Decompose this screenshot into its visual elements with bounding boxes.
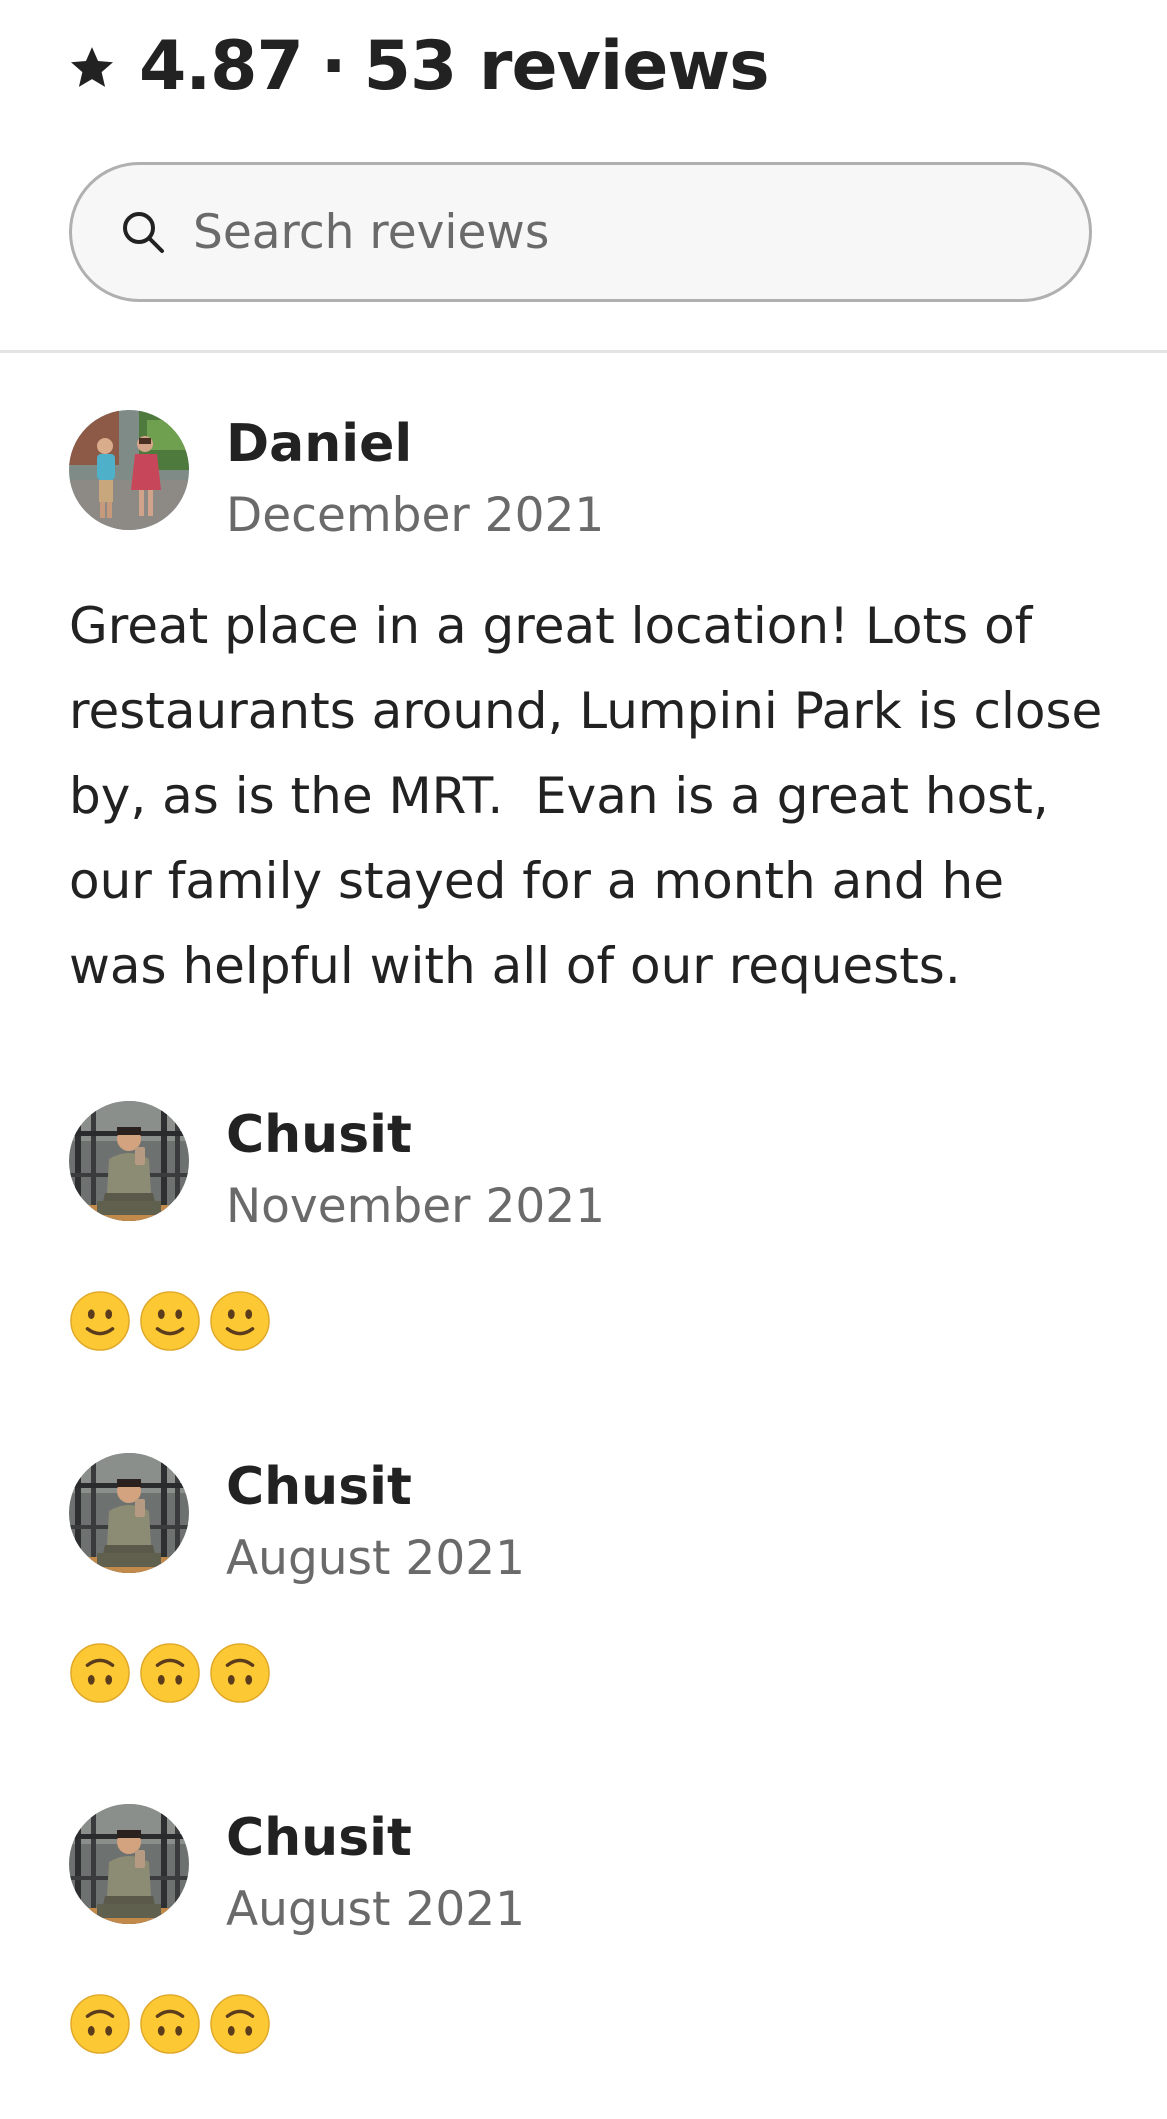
reviewer-meta: Daniel December 2021 xyxy=(226,410,604,546)
avatar-gym-selfie xyxy=(69,1453,189,1573)
reviewer-info: Chusit November 2021 xyxy=(69,1101,1109,1234)
reviewer-name: Daniel xyxy=(226,414,413,474)
avatar[interactable] xyxy=(69,1453,189,1573)
avatar-gym-selfie xyxy=(69,1101,189,1221)
slightly-smiling-face-icon xyxy=(70,1291,130,1351)
reviewer-meta: Chusit November 2021 xyxy=(226,1101,605,1237)
rating-summary: 4.87 · 53 reviews xyxy=(69,18,770,114)
reviewer-info: Chusit August 2021 xyxy=(69,1804,1109,1937)
search-icon xyxy=(123,212,164,253)
upside-down-face-icon xyxy=(140,1994,200,2054)
reviews-header: 4.87 · 53 reviews xyxy=(0,0,1167,353)
review-date: December 2021 xyxy=(226,488,605,543)
reviewer-info: Chusit August 2021 xyxy=(69,1453,1109,1586)
review-item: Chusit November 2021 🙂🙂🙂 xyxy=(69,1101,1109,1353)
review-item: Chusit August 2021 🙃🙃🙃 xyxy=(69,1804,1109,2056)
review-date: November 2021 xyxy=(226,1179,606,1234)
slightly-smiling-face-icon xyxy=(210,1291,270,1351)
review-date: August 2021 xyxy=(226,1882,526,1937)
reviews-count: 53 reviews xyxy=(363,26,770,106)
review-text: 🙂🙂🙂 xyxy=(69,1283,1109,1353)
upside-down-face-icon xyxy=(210,1643,270,1703)
search-reviews-input[interactable] xyxy=(193,204,1013,260)
search-reviews-bar[interactable] xyxy=(69,162,1092,302)
avatar[interactable] xyxy=(69,410,189,530)
avatar[interactable] xyxy=(69,1804,189,1924)
reviewer-name: Chusit xyxy=(226,1457,412,1517)
review-text: 🙃🙃🙃 xyxy=(69,1635,1109,1705)
reviewer-name: Chusit xyxy=(226,1105,412,1165)
upside-down-face-icon xyxy=(70,1643,130,1703)
upside-down-face-icon xyxy=(140,1643,200,1703)
slightly-smiling-face-icon xyxy=(140,1291,200,1351)
rating-value: 4.87 xyxy=(139,26,304,106)
reviewer-info: Daniel December 2021 xyxy=(69,410,1109,543)
reviewer-meta: Chusit August 2021 xyxy=(226,1804,525,1940)
avatar-couple-photo xyxy=(69,410,189,530)
rating-separator: · xyxy=(320,26,347,106)
reviewer-meta: Chusit August 2021 xyxy=(226,1453,525,1589)
review-item: Daniel December 2021 Great place in a gr… xyxy=(69,410,1109,1009)
avatar-gym-selfie xyxy=(69,1804,189,1924)
review-date: August 2021 xyxy=(226,1531,526,1586)
avatar[interactable] xyxy=(69,1101,189,1221)
star-icon xyxy=(71,47,113,87)
upside-down-face-icon xyxy=(210,1994,270,2054)
review-text: 🙃🙃🙃 xyxy=(69,1986,1109,2056)
upside-down-face-icon xyxy=(70,1994,130,2054)
review-text: Great place in a great location! Lots of… xyxy=(69,597,1119,995)
review-item: Chusit August 2021 🙃🙃🙃 xyxy=(69,1453,1109,1705)
reviewer-name: Chusit xyxy=(226,1808,412,1868)
